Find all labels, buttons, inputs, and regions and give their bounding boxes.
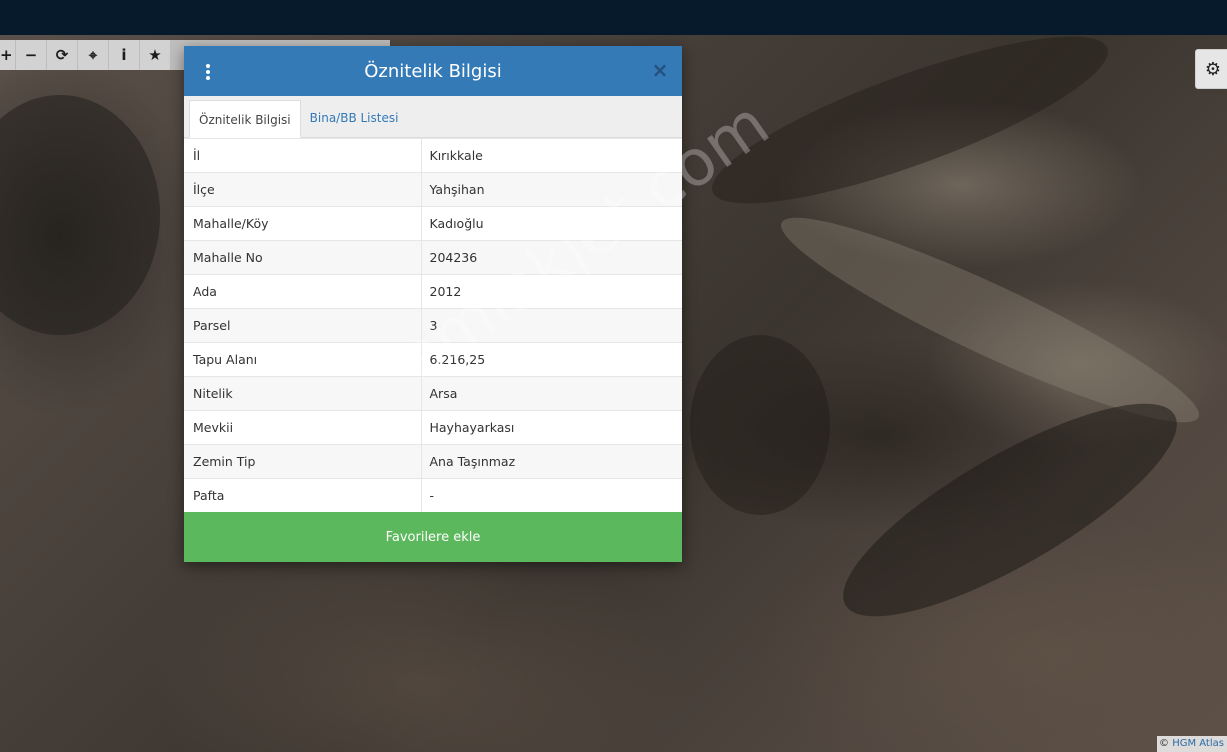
attribute-value: Yahşihan	[420, 172, 682, 207]
favorites-button[interactable]: ★	[140, 40, 171, 70]
settings-button[interactable]: ⚙	[1195, 49, 1227, 89]
map-terrain	[817, 367, 1203, 653]
map-toolbar: + − ⟳ ⌖ i ★	[0, 40, 171, 70]
refresh-icon: ⟳	[55, 46, 69, 64]
locate-icon: ⌖	[88, 46, 98, 64]
attribute-value: Kadıoğlu	[420, 206, 682, 241]
table-row: Pafta -	[184, 478, 682, 513]
attribute-key: Parsel	[184, 308, 421, 343]
table-row: Nitelik Arsa	[184, 376, 682, 411]
top-bar	[0, 0, 1227, 35]
attribute-key: Mahalle/Köy	[184, 206, 421, 241]
attribute-key: Mahalle No	[184, 240, 421, 275]
attribute-key: Nitelik	[184, 376, 421, 411]
attribute-key: Mevkii	[184, 410, 421, 445]
attribute-key: İl	[184, 138, 421, 173]
attribute-value: 2012	[420, 274, 682, 309]
attribute-key: Zemin Tip	[184, 444, 421, 479]
map-attribution[interactable]: © HGM Atlas	[1157, 736, 1227, 752]
table-row: İlçe Yahşihan	[184, 172, 682, 207]
attribute-key: İlçe	[184, 172, 421, 207]
zoom-out-button[interactable]: −	[16, 40, 47, 70]
map-terrain	[0, 95, 160, 335]
attribute-table: İl Kırıkkale İlçe Yahşihan Mahalle/Köy Kadıoğ…	[184, 138, 682, 513]
map-terrain	[690, 335, 830, 515]
attribute-info-modal: Öznitelik Bilgisi × Öznitelik Bilgisi Bi…	[184, 46, 682, 562]
attribute-key: Ada	[184, 274, 421, 309]
close-icon[interactable]: ×	[650, 58, 670, 82]
tab-attribute-info[interactable]: Öznitelik Bilgisi	[189, 100, 301, 138]
add-to-favorites-button[interactable]: Favorilere ekle	[184, 512, 682, 562]
table-row: Ada 2012	[184, 274, 682, 309]
attribute-value: 6.216,25	[420, 342, 682, 377]
attribute-value: Kırıkkale	[420, 138, 682, 173]
table-row: İl Kırıkkale	[184, 138, 682, 173]
attribute-key: Tapu Alanı	[184, 342, 421, 377]
table-row: Mahalle No 204236	[184, 240, 682, 275]
zoom-out-icon: −	[24, 46, 38, 64]
attribute-value: -	[420, 478, 682, 513]
attribution-link[interactable]: HGM Atlas	[1172, 738, 1224, 749]
attribute-key: Pafta	[184, 478, 421, 513]
table-row: Zemin Tip Ana Taşınmaz	[184, 444, 682, 479]
attribute-value: 3	[420, 308, 682, 343]
map-terrain	[697, 35, 1123, 235]
copyright-symbol: ©	[1159, 738, 1169, 749]
modal-tabs: Öznitelik Bilgisi Bina/BB Listesi	[184, 96, 682, 138]
zoom-in-icon: +	[0, 46, 13, 64]
modal-header: Öznitelik Bilgisi ×	[184, 46, 682, 96]
table-row: Tapu Alanı 6.216,25	[184, 342, 682, 377]
table-row: Mahalle/Köy Kadıoğlu	[184, 206, 682, 241]
table-row: Parsel 3	[184, 308, 682, 343]
attribute-value: Arsa	[420, 376, 682, 411]
more-vertical-icon[interactable]	[200, 61, 216, 83]
locate-button[interactable]: ⌖	[78, 40, 109, 70]
gear-icon: ⚙	[1204, 58, 1222, 80]
favorites-icon: ★	[148, 46, 162, 64]
attribute-value: 204236	[420, 240, 682, 275]
refresh-button[interactable]: ⟳	[47, 40, 78, 70]
tab-building-list[interactable]: Bina/BB Listesi	[301, 99, 408, 137]
attribute-value: Ana Taşınmaz	[420, 444, 682, 479]
zoom-in-button[interactable]: +	[0, 40, 16, 70]
info-icon: i	[121, 46, 127, 64]
modal-title: Öznitelik Bilgisi	[364, 60, 502, 82]
attribute-value: Hayhayarkası	[420, 410, 682, 445]
table-row: Mevkii Hayhayarkası	[184, 410, 682, 445]
info-button[interactable]: i	[109, 40, 140, 70]
